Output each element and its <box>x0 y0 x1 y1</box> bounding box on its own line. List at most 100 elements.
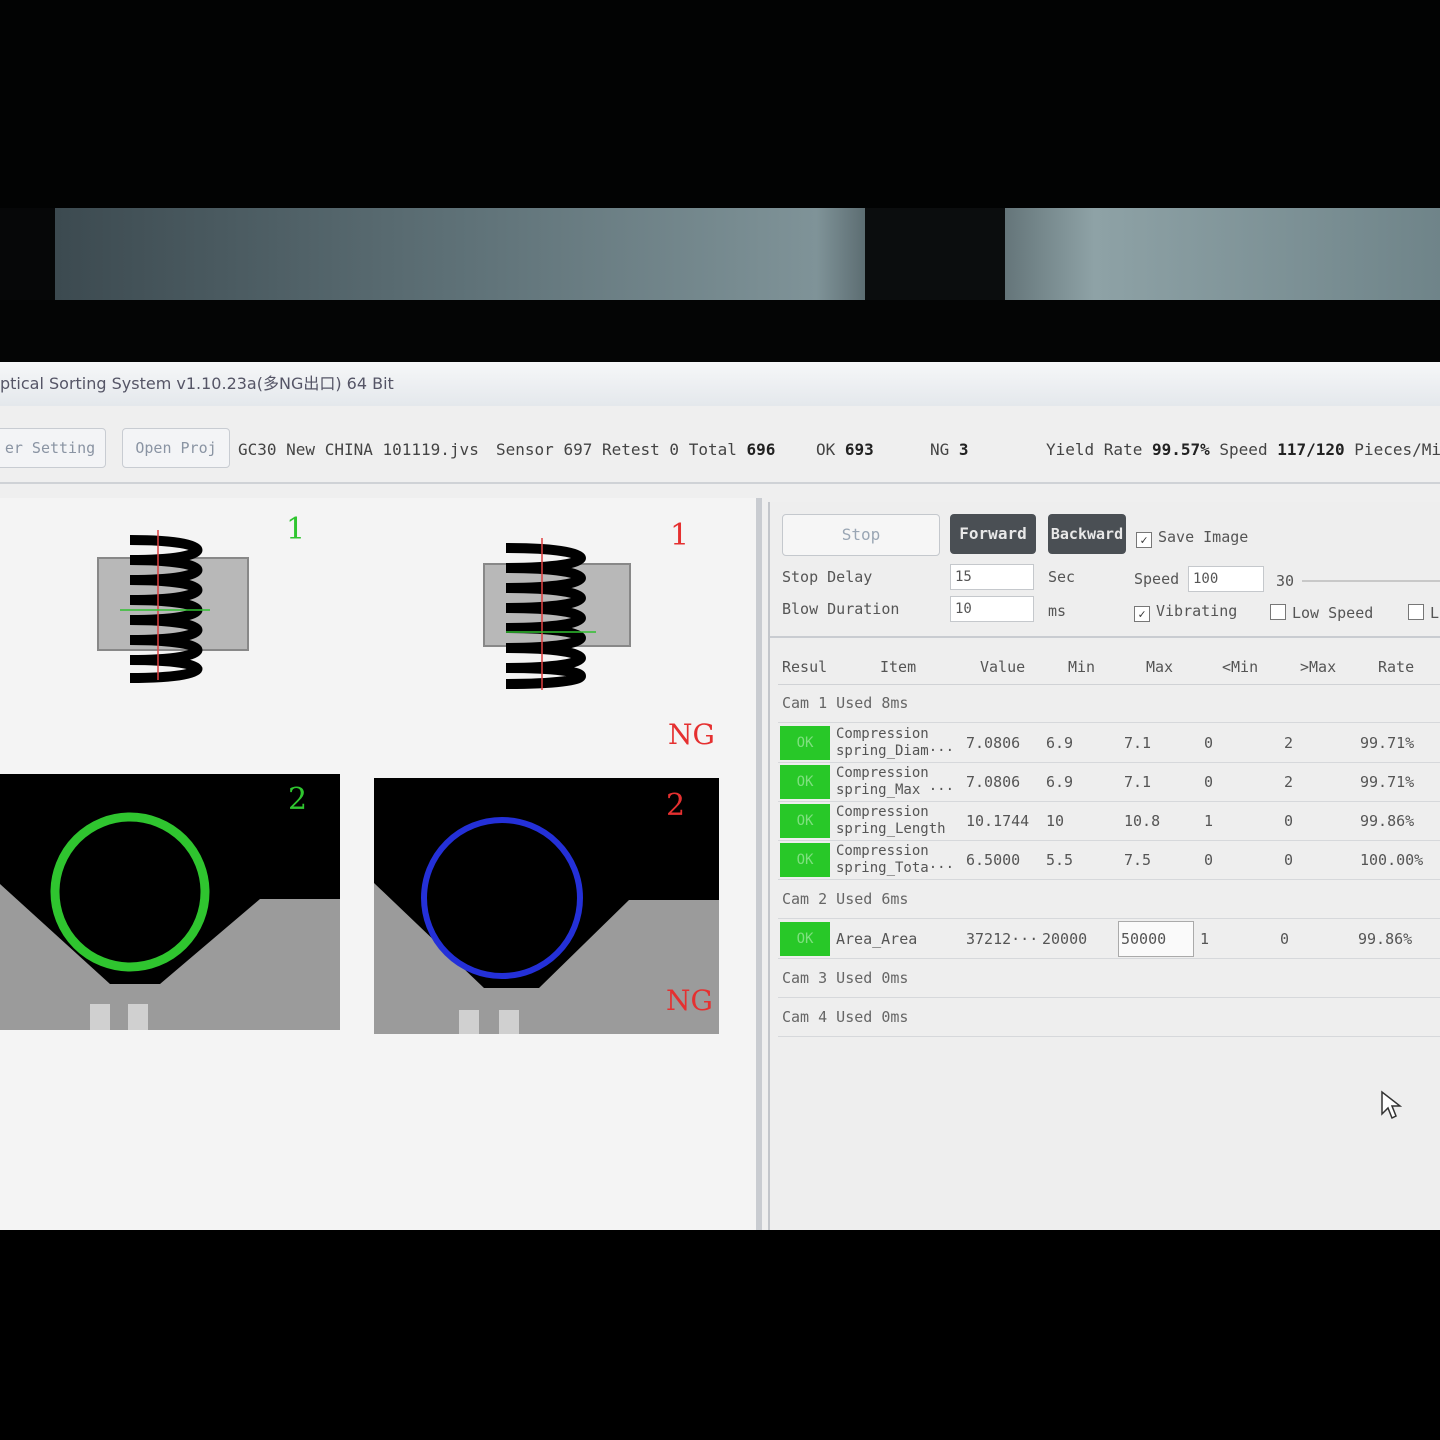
table-row[interactable]: OK Compression spring_Tota··· 6.5000 5.5… <box>778 841 1440 880</box>
min-cell: 5.5 <box>1046 851 1074 869</box>
extra-option[interactable]: L <box>1408 604 1439 622</box>
cam3-group-row[interactable]: Cam 3 Used 0ms <box>778 959 1440 998</box>
toolbar-divider <box>0 482 1440 484</box>
table-row[interactable]: OK Compression spring_Max ··· 7.0806 6.9… <box>778 763 1440 802</box>
open-project-button[interactable]: Open Proj <box>122 428 230 468</box>
result-ok-badge: OK <box>780 922 830 956</box>
control-pane: Stop Forward Backward ✓ Save Image Stop D… <box>768 502 1440 1230</box>
result-ok-badge: OK <box>780 843 830 877</box>
save-image-checkbox[interactable]: ✓ <box>1136 532 1152 548</box>
cam2-group-row[interactable]: Cam 2 Used 6ms <box>778 880 1440 919</box>
save-image-option[interactable]: ✓ Save Image <box>1136 528 1248 548</box>
ok-label: OK <box>816 440 836 459</box>
app-window: ptical Sorting System v1.10.23a(多NG出口) 6… <box>0 362 1440 1230</box>
stop-button[interactable]: Stop <box>782 514 940 556</box>
cam3-group-label: Cam 3 Used 0ms <box>782 969 909 987</box>
yield-value: 99.57% <box>1151 440 1210 459</box>
window-title: ptical Sorting System v1.10.23a(多NG出口) 6… <box>0 362 1440 406</box>
ng-label: NG <box>930 440 950 459</box>
result-ok-badge: OK <box>780 804 830 838</box>
low-speed-option[interactable]: Low Speed <box>1270 604 1373 622</box>
value-cell: 6.5000 <box>966 851 1021 869</box>
speed-label: Speed <box>1134 570 1180 588</box>
mouse-cursor-icon <box>1381 1090 1402 1120</box>
item-cell: Compression spring_Max ··· <box>836 765 955 798</box>
ng-stat: NG 3 <box>930 440 969 459</box>
cam1-ok-spring-image <box>97 530 249 683</box>
gt-max-cell: 2 <box>1284 773 1294 791</box>
cam1-ng-status: NG <box>668 718 715 751</box>
yield-label: Yield Rate <box>1046 440 1143 459</box>
rate-cell: 99.86% <box>1360 812 1415 830</box>
cam2-ok-image: 2 <box>0 774 340 1030</box>
cam2-ng-image: 2 NG <box>374 778 719 1034</box>
project-file-name: GC30 New CHINA 101119.jvs <box>238 440 479 459</box>
controls-divider <box>770 636 1440 638</box>
ok-value: 693 <box>844 440 874 459</box>
vibrating-option[interactable]: ✓ Vibrating <box>1134 602 1237 622</box>
monitor-bezel <box>0 300 1440 362</box>
sensor-value: 697 <box>563 440 593 459</box>
stop-delay-unit: Sec <box>1048 568 1076 586</box>
lt-min-cell: 0 <box>1204 734 1214 752</box>
cam1-group-row[interactable]: Cam 1 Used 8ms <box>778 684 1440 723</box>
blow-duration-unit: ms <box>1048 602 1067 620</box>
item-cell: Area_Area <box>836 930 918 948</box>
table-row[interactable]: OK Area_Area 37212··· 20000 50000 1 0 99… <box>778 920 1440 959</box>
ng-value: 3 <box>958 440 969 459</box>
rate-cell: 100.00% <box>1360 851 1424 869</box>
save-image-label: Save Image <box>1158 528 1249 546</box>
extra-option-label: L <box>1430 604 1440 622</box>
cam2-group-label: Cam 2 Used 6ms <box>782 890 909 908</box>
max-cell-editing[interactable]: 50000 <box>1118 921 1194 957</box>
retest-value: 0 <box>669 440 680 459</box>
retest-label: Retest <box>601 440 660 459</box>
cam4-group-label: Cam 4 Used 0ms <box>782 1008 909 1026</box>
cam1-ng-spring-image <box>483 538 631 690</box>
lt-min-cell: 0 <box>1204 773 1214 791</box>
setting-button[interactable]: er Setting <box>0 428 106 468</box>
vibrating-checkbox[interactable]: ✓ <box>1134 606 1150 622</box>
max-cell: 10.8 <box>1124 812 1161 830</box>
cam1-right-number: 1 <box>670 518 690 553</box>
low-speed-label: Low Speed <box>1292 604 1374 622</box>
cam1-left-number: 1 <box>286 512 306 547</box>
speed-unit: Pieces/Mi <box>1354 440 1440 459</box>
speed-value: 117/120 <box>1277 440 1345 459</box>
max-cell: 7.1 <box>1124 734 1152 752</box>
sensor-label: Sensor <box>496 440 554 459</box>
pane-splitter[interactable] <box>756 498 762 1230</box>
total-value: 696 <box>746 440 776 459</box>
gt-max-cell: 2 <box>1284 734 1294 752</box>
gt-max-cell: 0 <box>1284 812 1294 830</box>
room-pillar <box>865 208 1005 308</box>
speed-input[interactable]: 100 <box>1188 566 1264 592</box>
table-row[interactable]: OK Compression spring_Diam··· 7.0806 6.9… <box>778 724 1440 763</box>
total-label: Total <box>688 440 737 459</box>
rate-cell: 99.71% <box>1360 734 1415 752</box>
low-speed-checkbox[interactable] <box>1270 604 1286 620</box>
value-cell: 37212··· <box>966 930 1039 948</box>
bottom-bezel <box>0 1230 1440 1440</box>
blow-duration-input[interactable]: 10 <box>950 596 1034 622</box>
stop-delay-label: Stop Delay <box>782 568 873 586</box>
item-cell: Compression spring_Diam··· <box>836 726 955 759</box>
table-row[interactable]: OK Compression spring_Length 10.1744 10 … <box>778 802 1440 841</box>
max-cell: 7.1 <box>1124 773 1152 791</box>
min-cell: 20000 <box>1042 930 1088 948</box>
speed-label: Speed <box>1219 440 1268 459</box>
extra-checkbox[interactable] <box>1408 604 1424 620</box>
cam2-left-number: 2 <box>288 782 308 817</box>
forward-button[interactable]: Forward <box>950 514 1036 554</box>
lt-min-cell: 1 <box>1200 930 1210 948</box>
rate-cell: 99.71% <box>1360 773 1415 791</box>
backward-button[interactable]: Backward <box>1048 514 1126 554</box>
min-cell: 10 <box>1046 812 1065 830</box>
speed-slider[interactable] <box>1302 580 1440 582</box>
room-background <box>55 208 1440 303</box>
cam4-group-row[interactable]: Cam 4 Used 0ms <box>778 998 1440 1037</box>
room-pillar-left <box>0 208 55 308</box>
value-cell: 10.1744 <box>966 812 1030 830</box>
stop-delay-input[interactable]: 15 <box>950 564 1034 590</box>
result-ok-badge: OK <box>780 726 830 760</box>
